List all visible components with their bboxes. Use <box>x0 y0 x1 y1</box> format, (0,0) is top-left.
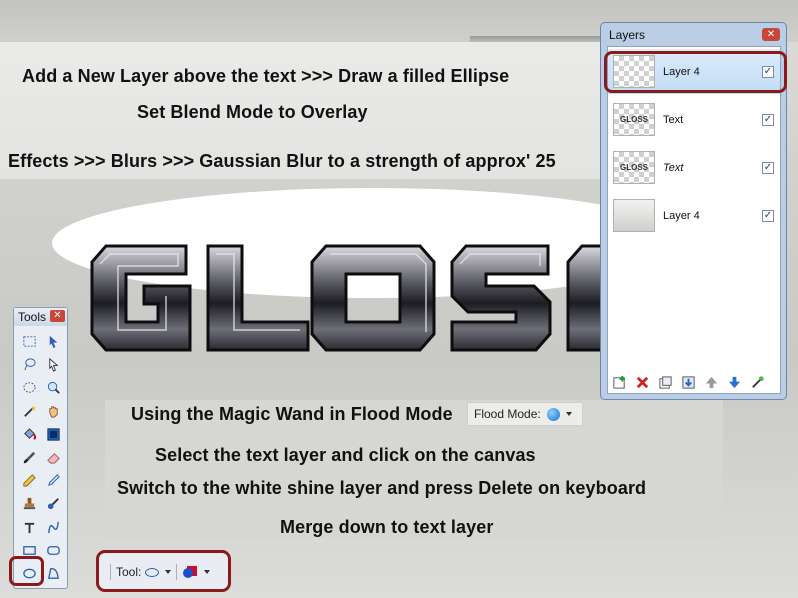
tools-close-button[interactable]: ✕ <box>50 310 65 322</box>
tools-grid <box>17 330 65 585</box>
eraser-icon <box>46 453 60 464</box>
layer-row[interactable]: GLOSS Text ✓ <box>608 145 780 190</box>
rectangle-select-tool[interactable] <box>17 330 41 353</box>
rounded-rectangle-tool[interactable] <box>41 539 65 562</box>
ellipse-select-icon <box>22 382 36 394</box>
fill-mode-icon[interactable] <box>182 565 198 579</box>
eraser-tool[interactable] <box>41 446 65 469</box>
lasso-select-icon <box>23 358 36 371</box>
instruction-blend-mode: Set Blend Mode to Overlay <box>137 102 368 122</box>
paint-bucket-icon <box>23 428 36 440</box>
layer-properties-icon[interactable] <box>749 374 766 391</box>
instruction-delete-shine: Switch to the white shine layer and pres… <box>117 478 647 498</box>
move-selection-icon <box>49 335 57 349</box>
text-tool[interactable] <box>17 516 41 539</box>
layer-thumbnail: GLOSS <box>613 151 655 184</box>
pan-icon <box>48 406 58 418</box>
line-curve-tool[interactable] <box>41 516 65 539</box>
gradient-icon <box>46 428 60 441</box>
chevron-down-icon[interactable] <box>204 570 211 574</box>
freeform-shape-icon <box>47 567 59 579</box>
color-picker-tool[interactable] <box>41 469 65 492</box>
move-selected-icon <box>48 358 58 372</box>
duplicate-layer-icon[interactable] <box>657 374 674 391</box>
layer-row[interactable]: GLOSS Text ✓ <box>608 97 780 142</box>
tools-window: Tools ✕ <box>13 307 68 589</box>
flood-mode-dropdown[interactable]: Flood Mode: <box>467 402 583 426</box>
freeform-shape-tool[interactable] <box>41 562 65 585</box>
chevron-down-icon[interactable] <box>165 570 172 574</box>
lasso-select-tool[interactable] <box>17 353 41 376</box>
ellipse-select-tool[interactable] <box>17 376 41 399</box>
recolor-icon <box>47 498 59 510</box>
globe-icon <box>546 407 560 421</box>
selected-layer-highlight <box>604 51 787 93</box>
rectangle-select-icon <box>22 336 36 347</box>
ellipse-icon[interactable] <box>145 567 160 577</box>
paintbrush-tool[interactable] <box>17 446 41 469</box>
move-up-icon[interactable] <box>703 374 720 391</box>
layers-window-title: Layers <box>609 28 646 42</box>
layer-visibility-checkbox[interactable]: ✓ <box>762 161 774 174</box>
delete-layer-icon[interactable] <box>634 374 651 391</box>
layer-name: Text <box>663 113 684 126</box>
zoom-tool[interactable] <box>41 376 65 399</box>
layers-toolbar <box>611 374 766 391</box>
add-layer-icon[interactable] <box>611 374 628 391</box>
move-down-icon[interactable] <box>726 374 743 391</box>
instruction-new-layer: Add a New Layer above the text >>> Draw … <box>22 66 510 86</box>
zoom-icon <box>47 382 60 395</box>
pan-tool[interactable] <box>41 400 65 423</box>
clone-stamp-tool[interactable] <box>17 492 41 515</box>
layer-name: Layer 4 <box>663 209 700 222</box>
pencil-icon <box>22 474 36 487</box>
toolbar-separator <box>110 564 111 580</box>
layer-thumbnail <box>613 199 655 232</box>
paintbrush-icon <box>23 451 35 464</box>
instruction-merge-down: Merge down to text layer <box>280 517 494 537</box>
text-icon <box>24 522 34 533</box>
layer-thumbnail: GLOSS <box>613 103 655 136</box>
magic-wand-tool[interactable] <box>17 400 41 423</box>
recolor-tool[interactable] <box>41 492 65 515</box>
chevron-down-icon <box>565 412 572 416</box>
magic-wand-icon <box>23 405 36 417</box>
move-selected-tool[interactable] <box>41 353 65 376</box>
layer-name: Text <box>663 161 684 174</box>
tool-label: Tool: <box>116 565 142 579</box>
line-curve-icon <box>47 521 59 533</box>
gloss-text-artwork <box>86 222 606 372</box>
layers-list: Layer 4 ✓ GLOSS Text ✓ GLOSS Text ✓ Laye… <box>607 46 781 394</box>
tool-options-bar: Tool: <box>96 550 231 592</box>
instruction-magic-wand: Using the Magic Wand in Flood Mode <box>131 404 453 424</box>
merge-down-icon[interactable] <box>680 374 697 391</box>
layer-row[interactable]: Layer 4 ✓ <box>608 193 780 238</box>
pencil-tool[interactable] <box>17 469 41 492</box>
toolbar-separator <box>176 564 178 580</box>
instruction-select-text-layer: Select the text layer and click on the c… <box>155 445 536 465</box>
ellipse-tool-highlight <box>9 556 44 586</box>
instruction-gaussian-blur: Effects >>> Blurs >>> Gaussian Blur to a… <box>8 151 556 171</box>
clone-stamp-icon <box>23 498 35 510</box>
move-selection-tool[interactable] <box>41 330 65 353</box>
gradient-tool[interactable] <box>41 423 65 446</box>
layer-visibility-checkbox[interactable]: ✓ <box>762 113 774 126</box>
flood-mode-label: Flood Mode: <box>474 407 541 421</box>
paint-bucket-tool[interactable] <box>17 423 41 446</box>
rounded-rectangle-icon <box>46 545 60 555</box>
layers-close-button[interactable]: ✕ <box>762 28 780 41</box>
layer-visibility-checkbox[interactable]: ✓ <box>762 209 774 222</box>
color-picker-icon <box>47 474 60 487</box>
gloss-letters <box>90 244 606 352</box>
